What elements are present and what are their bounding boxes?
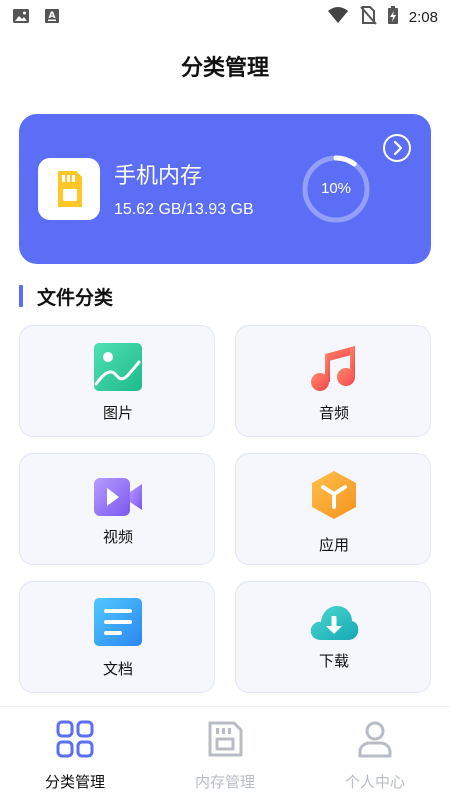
category-tile-downloads[interactable]: 下载 [235,581,431,693]
grid-icon [55,719,95,759]
category-label: 视频 [102,528,133,546]
wifi-icon [327,5,349,29]
storage-percent: 10% [320,180,352,197]
sd-card-icon [38,158,100,220]
keyboard-icon: A [44,7,60,29]
section-header: 文件分类 [19,284,114,309]
category-tile-documents[interactable]: 文档 [19,581,215,693]
category-tile-apps[interactable]: 应用 [235,453,431,565]
category-tile-audio[interactable]: 音频 [235,325,431,437]
section-accent-bar [19,285,23,307]
category-tile-video[interactable]: 视频 [19,453,215,565]
nav-label: 个人中心 [344,773,405,791]
category-label: 文档 [102,660,133,678]
app-cube-icon [309,470,359,520]
bottom-nav: 分类管理 内存管理 个人中心 [0,706,450,800]
nav-label: 分类管理 [44,773,105,791]
section-title: 文件分类 [37,286,114,309]
storage-size: 15.62 GB/13.93 GB [114,201,254,218]
battery-charging-icon [387,5,399,29]
video-icon [93,472,143,522]
page-title: 分类管理 [180,56,269,81]
nav-item-profile[interactable]: 个人中心 [300,707,450,800]
cloud-download-icon [309,602,359,652]
user-icon [355,719,395,759]
nav-item-category[interactable]: 分类管理 [0,707,150,800]
status-bar: A 2:08 [0,0,450,32]
category-label: 音频 [318,404,349,422]
sd-card-outline-icon [205,719,245,759]
category-label: 应用 [318,536,349,554]
gallery-icon [12,7,30,29]
category-label: 图片 [102,404,133,422]
image-icon [93,342,143,392]
music-icon [309,342,359,392]
status-time: 2:08 [408,8,438,26]
nav-item-storage[interactable]: 内存管理 [150,707,300,800]
document-icon [93,597,143,647]
category-tile-images[interactable]: 图片 [19,325,215,437]
storage-title: 手机内存 [114,164,203,189]
category-label: 下载 [318,652,349,670]
chevron-right-circle-icon[interactable] [382,133,412,163]
no-sim-icon [359,5,377,29]
storage-card[interactable]: 手机内存 15.62 GB/13.93 GB 10% [19,114,431,264]
nav-label: 内存管理 [194,773,255,791]
